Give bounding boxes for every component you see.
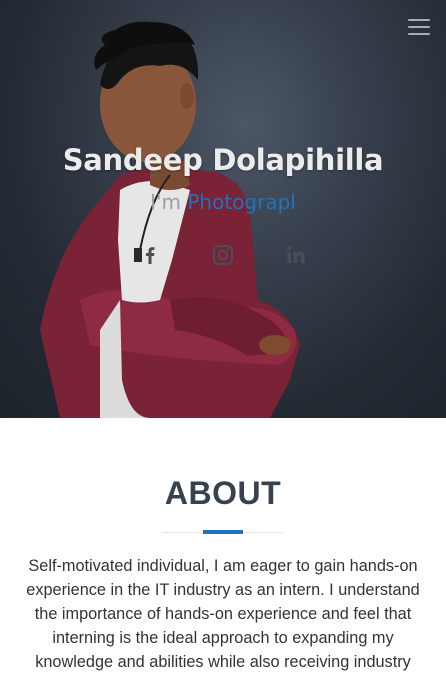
linkedin-link[interactable] [284,243,308,267]
hero-typed-text: Photograpl [187,190,296,214]
linkedin-icon [287,246,305,263]
hero-section: Sandeep Dolapihilla I'm Photograpl [0,0,446,418]
about-title: ABOUT [164,475,282,511]
hamburger-menu-button[interactable] [408,19,430,37]
hero-typed-subtitle: I'm Photograpl [0,190,446,214]
social-links [0,243,446,267]
instagram-link[interactable] [211,243,235,267]
facebook-link[interactable] [138,243,162,267]
facebook-icon [145,247,155,264]
hamburger-icon-bar [408,33,430,35]
hero-name-heading: Sandeep Dolapihilla [62,143,384,177]
section-divider-accent [203,530,243,534]
hamburger-icon-bar [408,19,430,21]
about-description: Self-motivated individual, I am eager to… [26,557,420,671]
instagram-icon [213,245,233,265]
hamburger-icon-bar [408,26,430,28]
hero-intro-prefix: I'm [150,190,188,214]
